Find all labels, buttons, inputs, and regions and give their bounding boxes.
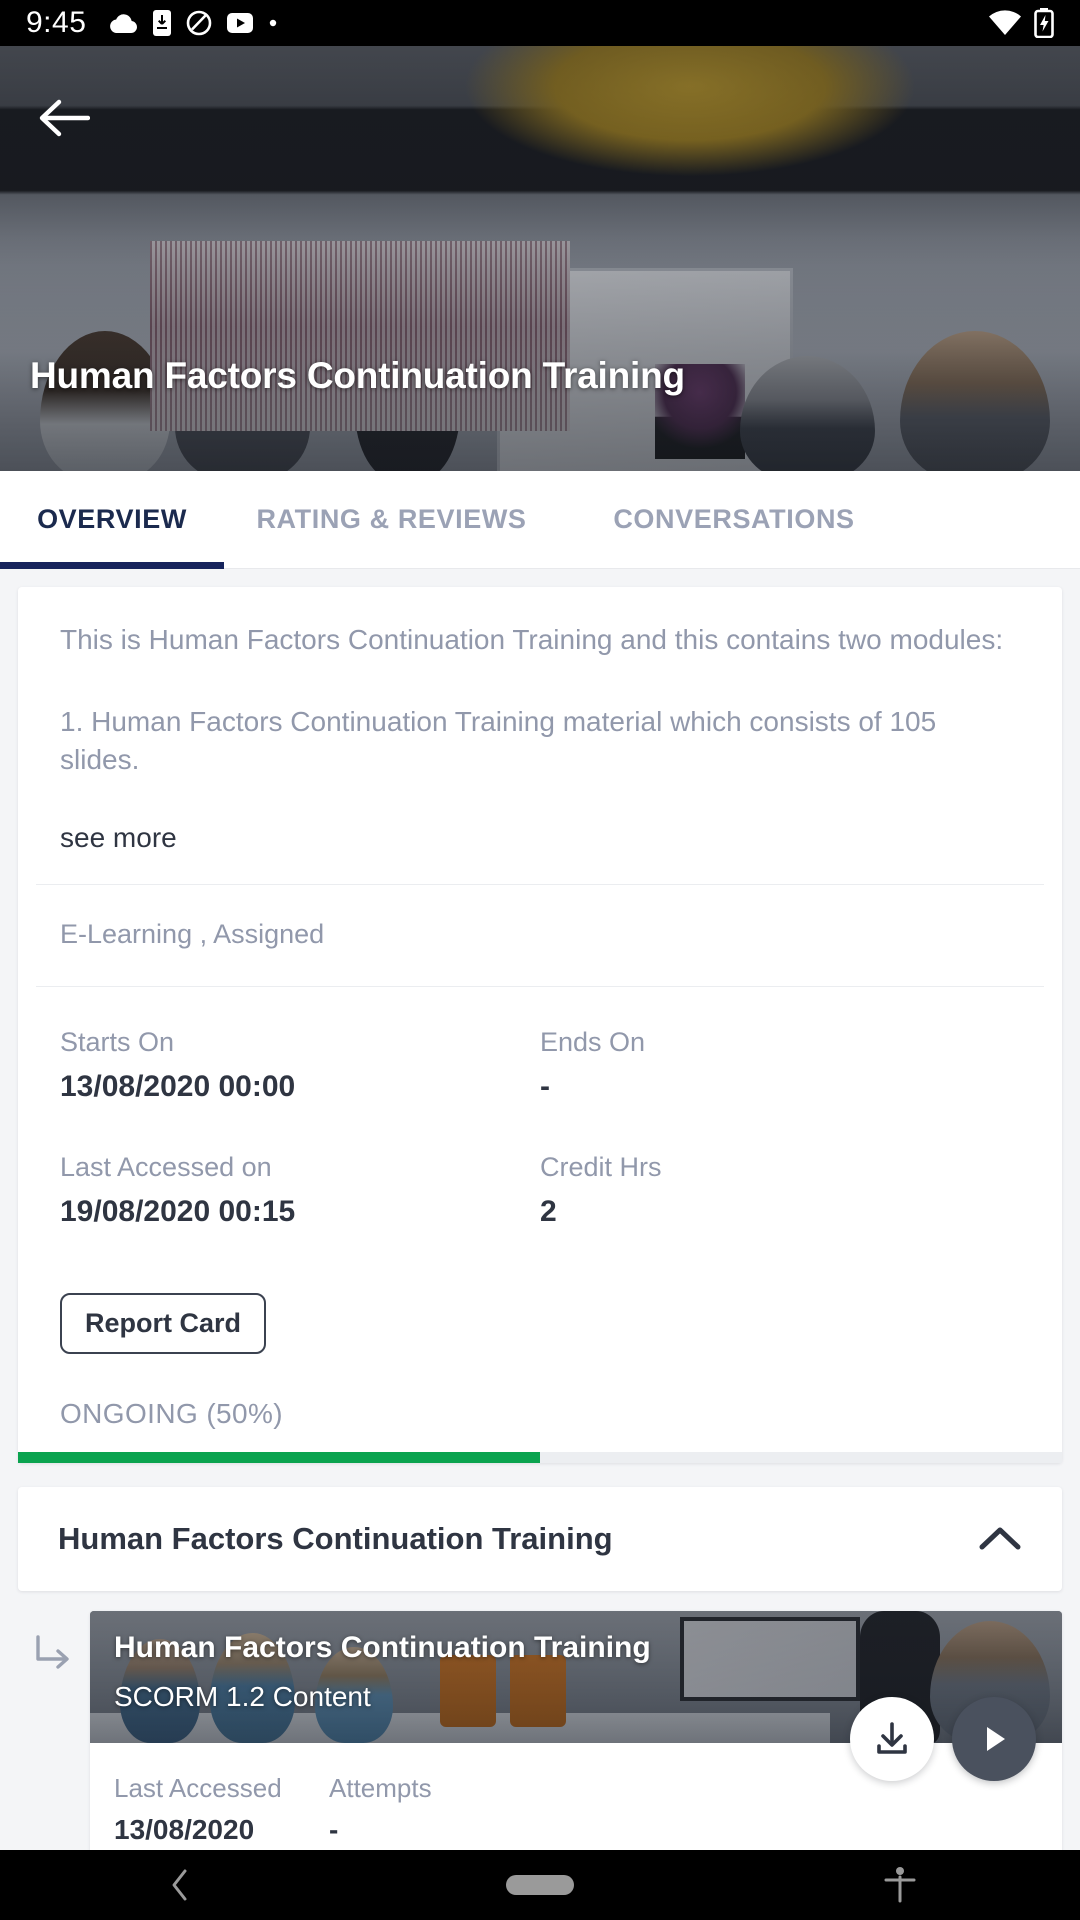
see-more-link[interactable]: see more bbox=[60, 822, 1020, 854]
meta-ends-on: Ends On - bbox=[540, 1027, 1020, 1104]
cloud-icon bbox=[110, 14, 138, 34]
scorm-last-accessed: Last Accessed 13/08/2020 22:00 bbox=[114, 1773, 329, 1850]
course-meta-block: Starts On 13/08/2020 00:00 Ends On - Las… bbox=[18, 987, 1062, 1293]
description-line: 1. Human Factors Continuation Training m… bbox=[60, 705, 937, 775]
do-not-disturb-icon bbox=[187, 10, 212, 36]
course-description-block: This is Human Factors Continuation Train… bbox=[18, 587, 1062, 884]
meta-starts-on: Starts On 13/08/2020 00:00 bbox=[60, 1027, 540, 1104]
tab-conversations[interactable]: CONVERSATIONS bbox=[559, 471, 909, 569]
download-button[interactable] bbox=[850, 1697, 934, 1782]
description-line: This is Human Factors Continuation Train… bbox=[60, 624, 1004, 655]
scorm-item-row: Human Factors Continuation Training SCOR… bbox=[18, 1611, 1062, 1850]
scorm-subtitle: SCORM 1.2 Content bbox=[114, 1681, 371, 1713]
module-accordion-header[interactable]: Human Factors Continuation Training bbox=[18, 1487, 1062, 1592]
scorm-meta-value: - bbox=[329, 1814, 339, 1846]
chevron-up-icon[interactable] bbox=[978, 1525, 1022, 1553]
meta-value: 2 bbox=[540, 1195, 557, 1229]
meta-label: Last Accessed on bbox=[60, 1152, 272, 1183]
scorm-thumbnail-text: Human Factors Continuation Training SCOR… bbox=[114, 1631, 651, 1713]
scorm-meta-value: 13/08/2020 22:00 bbox=[114, 1814, 255, 1850]
course-title: Human Factors Continuation Training bbox=[30, 355, 685, 396]
course-info-card: This is Human Factors Continuation Train… bbox=[18, 587, 1062, 1464]
meta-credit-hrs: Credit Hrs 2 bbox=[540, 1152, 1020, 1229]
meta-row: Starts On 13/08/2020 00:00 Ends On - bbox=[60, 1027, 1020, 1104]
meta-label: Starts On bbox=[60, 1027, 175, 1058]
meta-value: - bbox=[540, 1070, 550, 1104]
dot-icon bbox=[270, 19, 277, 27]
scorm-meta-row: Last Accessed 13/08/2020 22:00 Attempts … bbox=[114, 1773, 1038, 1850]
nav-home-pill bbox=[506, 1875, 574, 1895]
branch-arrow-wrap bbox=[18, 1611, 90, 1850]
meta-row: Last Accessed on 19/08/2020 00:15 Credit… bbox=[60, 1152, 1020, 1229]
download-icon bbox=[877, 1722, 907, 1755]
status-notification-icons bbox=[108, 10, 988, 36]
nav-home-button[interactable] bbox=[360, 1875, 720, 1895]
wifi-icon bbox=[989, 10, 1021, 36]
play-button[interactable] bbox=[952, 1697, 1036, 1782]
module-title: Human Factors Continuation Training bbox=[58, 1521, 613, 1557]
course-hero-banner: Human Factors Continuation Training bbox=[0, 46, 1080, 471]
scorm-title: Human Factors Continuation Training bbox=[114, 1631, 651, 1665]
android-nav-bar bbox=[0, 1850, 1080, 1920]
back-button[interactable] bbox=[28, 82, 100, 154]
phone-download-icon bbox=[153, 10, 172, 36]
meta-last-accessed-on: Last Accessed on 19/08/2020 00:15 bbox=[60, 1152, 540, 1229]
scorm-meta-label: Last Accessed bbox=[114, 1773, 282, 1804]
course-type-block: E-Learning , Assigned bbox=[18, 885, 1062, 986]
course-progress-fill bbox=[18, 1452, 540, 1464]
meta-label: Credit Hrs bbox=[540, 1152, 662, 1183]
scorm-meta-label: Attempts bbox=[329, 1773, 432, 1804]
tab-rating-and-reviews[interactable]: RATING & REVIEWS bbox=[224, 471, 559, 569]
scorm-action-buttons bbox=[850, 1697, 1036, 1782]
youtube-icon bbox=[227, 13, 254, 33]
status-system-icons bbox=[988, 8, 1054, 38]
status-clock: 9:45 bbox=[26, 6, 87, 39]
tab-bar: OVERVIEW RATING & REVIEWS CONVERSATIONS bbox=[0, 471, 1080, 569]
branch-arrow-icon bbox=[36, 1635, 69, 1670]
course-type-text: E-Learning , Assigned bbox=[60, 919, 325, 950]
meta-value: 19/08/2020 00:15 bbox=[60, 1195, 296, 1229]
accessibility-icon bbox=[884, 1867, 916, 1903]
play-icon bbox=[987, 1727, 1005, 1752]
battery-charging-icon bbox=[1034, 8, 1054, 38]
back-arrow-icon bbox=[39, 99, 90, 137]
meta-label: Ends On bbox=[540, 1027, 646, 1058]
hero-overlay-scrim bbox=[0, 46, 1080, 471]
overview-content-scroll[interactable]: This is Human Factors Continuation Train… bbox=[0, 569, 1080, 1850]
nav-back-button[interactable] bbox=[0, 1867, 360, 1903]
course-progress-track bbox=[18, 1452, 1062, 1464]
course-progress-block: ONGOING (50%) bbox=[18, 1354, 1062, 1464]
tab-overview[interactable]: OVERVIEW bbox=[0, 471, 224, 569]
course-progress-label: ONGOING (50%) bbox=[60, 1398, 284, 1430]
scorm-attempts: Attempts - bbox=[329, 1773, 579, 1850]
nav-back-icon bbox=[172, 1869, 187, 1901]
report-card-button[interactable]: Report Card bbox=[60, 1293, 267, 1355]
nav-accessibility-button[interactable] bbox=[720, 1865, 1080, 1905]
status-bar: 9:45 bbox=[0, 0, 1080, 46]
meta-value: 13/08/2020 00:00 bbox=[60, 1070, 296, 1104]
